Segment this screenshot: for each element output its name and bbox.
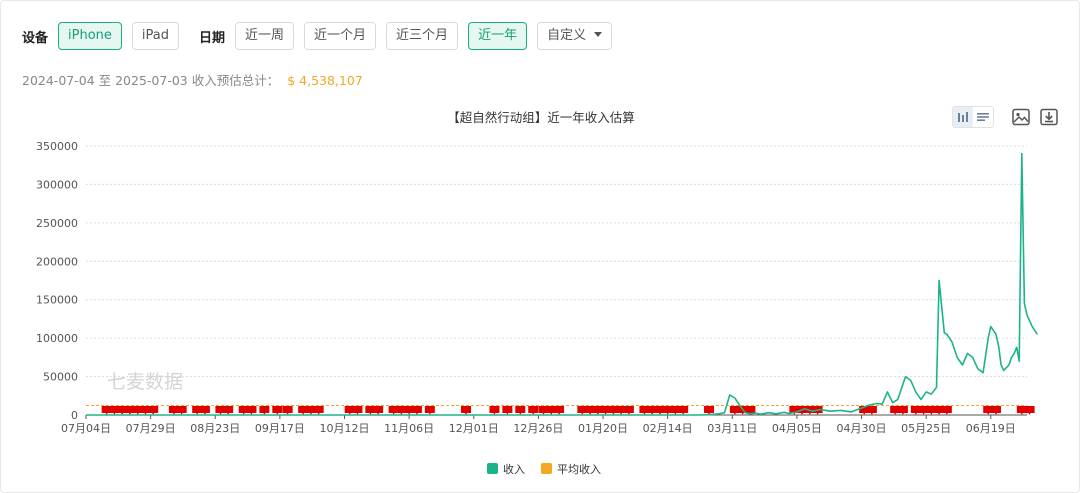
summary-total: $ 4,538,107 bbox=[287, 73, 363, 88]
event-marker bbox=[176, 406, 187, 415]
x-tick-label: 11月06日 bbox=[384, 422, 434, 435]
event-marker bbox=[897, 406, 908, 415]
chart-title: 【超自然行动组】近一年收入估算 bbox=[447, 110, 635, 125]
event-marker bbox=[489, 406, 500, 415]
event-marker bbox=[990, 406, 1001, 415]
event-marker bbox=[528, 406, 539, 415]
event-marker bbox=[352, 406, 363, 415]
x-tick-label: 06月19日 bbox=[966, 422, 1016, 435]
revenue-summary: 2024-07-04 至 2025-07-03 收入预估总计： $ 4,538,1… bbox=[22, 70, 363, 89]
event-marker bbox=[941, 406, 952, 415]
x-tick-label: 01月20日 bbox=[578, 422, 628, 435]
event-marker bbox=[866, 406, 877, 415]
x-tick-label: 09月17日 bbox=[255, 422, 305, 435]
event-marker bbox=[313, 406, 324, 415]
event-marker bbox=[623, 406, 634, 415]
event-marker bbox=[515, 406, 526, 415]
x-tick-label: 08月23日 bbox=[190, 422, 240, 435]
x-tick-label: 03月11日 bbox=[707, 422, 757, 435]
x-tick-label: 07月04日 bbox=[61, 422, 111, 435]
device-label: 设备 bbox=[22, 30, 49, 46]
y-tick-label: 0 bbox=[71, 409, 78, 422]
y-tick-label: 250000 bbox=[36, 217, 78, 230]
y-tick-label: 350000 bbox=[36, 140, 78, 153]
legend-swatch bbox=[487, 463, 498, 474]
date-year-button[interactable]: 近一年 bbox=[468, 22, 528, 50]
date-label: 日期 bbox=[199, 30, 226, 46]
x-tick-label: 07月29日 bbox=[126, 422, 176, 435]
watermark: 七麦数据 bbox=[107, 371, 183, 393]
event-marker bbox=[411, 406, 422, 415]
device-iphone-button[interactable]: iPhone bbox=[58, 22, 122, 50]
event-marker bbox=[373, 406, 384, 415]
date-month-button[interactable]: 近一个月 bbox=[304, 22, 377, 50]
event-marker bbox=[223, 406, 234, 415]
event-marker bbox=[424, 406, 435, 415]
event-marker bbox=[148, 406, 159, 415]
x-tick-label: 04月30日 bbox=[837, 422, 887, 435]
x-tick-label: 12月26日 bbox=[513, 422, 563, 435]
custom-date-label: 自定义 bbox=[547, 28, 587, 43]
event-marker bbox=[554, 406, 565, 415]
filter-bar: 设备 iPhone iPad 日期 近一周 近一个月 近三个月 近一年 自定义 bbox=[22, 22, 622, 50]
event-marker bbox=[199, 406, 210, 415]
x-tick-label: 04月05日 bbox=[772, 422, 822, 435]
legend-label: 收入 bbox=[503, 462, 525, 476]
event-marker bbox=[272, 406, 283, 415]
date-three-months-button[interactable]: 近三个月 bbox=[386, 22, 459, 50]
event-marker bbox=[1024, 406, 1035, 415]
x-tick-label: 02月14日 bbox=[643, 422, 693, 435]
event-marker bbox=[461, 406, 472, 415]
caret-down-icon bbox=[594, 32, 603, 37]
legend-swatch bbox=[541, 463, 552, 474]
revenue-series-line bbox=[86, 152, 1038, 416]
y-tick-label: 300000 bbox=[36, 178, 78, 191]
event-marker bbox=[678, 406, 689, 415]
revenue-chart: 【超自然行动组】近一年收入估算 0 50000 100000 150000 200000… bbox=[36, 110, 1038, 476]
x-tick-label: 12月01日 bbox=[449, 422, 499, 435]
y-tick-label: 200000 bbox=[36, 255, 78, 268]
device-ipad-button[interactable]: iPad bbox=[131, 22, 179, 50]
event-marker bbox=[259, 406, 270, 415]
custom-date-dropdown[interactable]: 自定义 bbox=[537, 22, 613, 50]
x-tick-label: 10月12日 bbox=[320, 422, 370, 435]
y-tick-label: 100000 bbox=[36, 332, 78, 345]
y-tick-label: 50000 bbox=[43, 371, 78, 384]
legend-label: 平均收入 bbox=[557, 462, 601, 476]
event-marker bbox=[502, 406, 513, 415]
y-tick-label: 150000 bbox=[36, 294, 78, 307]
event-marker bbox=[282, 406, 293, 415]
x-tick-label: 05月25日 bbox=[901, 422, 951, 435]
event-marker bbox=[246, 406, 257, 415]
summary-text: 2024-07-04 至 2025-07-03 收入预估总计： bbox=[22, 73, 280, 88]
date-week-button[interactable]: 近一周 bbox=[235, 22, 295, 50]
